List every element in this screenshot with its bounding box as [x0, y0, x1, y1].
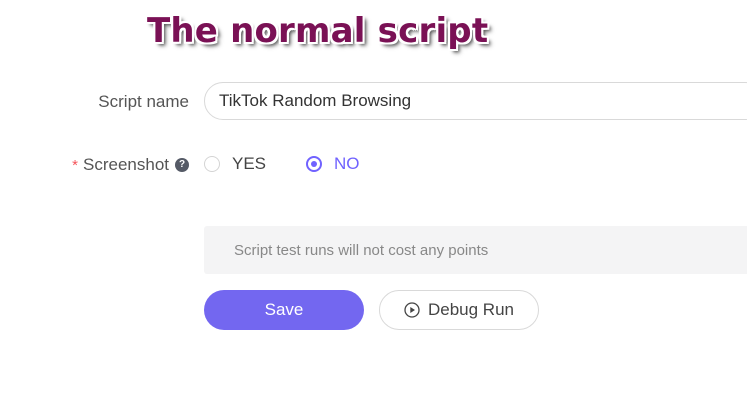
script-name-label: Script name	[98, 92, 189, 111]
radio-yes[interactable]	[204, 156, 220, 172]
radio-yes-label: YES	[232, 154, 267, 173]
debug-run-button[interactable]: Debug Run	[379, 290, 539, 330]
script-editor-page: The normal script Script name * Screensh…	[0, 0, 747, 401]
debug-run-label: Debug Run	[427, 300, 514, 319]
question-circle-icon[interactable]: ?	[175, 158, 189, 172]
screenshot-option-yes[interactable]: YES	[204, 154, 266, 174]
notice-text: Script test runs will not cost any point…	[234, 241, 489, 259]
notice-box: Script test runs will not cost any point…	[204, 226, 747, 274]
screenshot-label: Screenshot	[83, 155, 169, 174]
required-marker: *	[72, 156, 78, 174]
radio-no-label: NO	[334, 154, 360, 173]
save-button[interactable]: Save	[204, 290, 364, 330]
screenshot-option-no[interactable]: NO	[306, 154, 360, 174]
screenshot-label-row: * Screenshot ?	[72, 155, 189, 175]
screenshot-radio-group: YES NO	[204, 154, 360, 174]
script-name-input[interactable]	[204, 82, 747, 120]
radio-no[interactable]	[306, 156, 323, 172]
play-circle-icon	[404, 302, 420, 318]
overlay-title: The normal script	[147, 11, 489, 51]
